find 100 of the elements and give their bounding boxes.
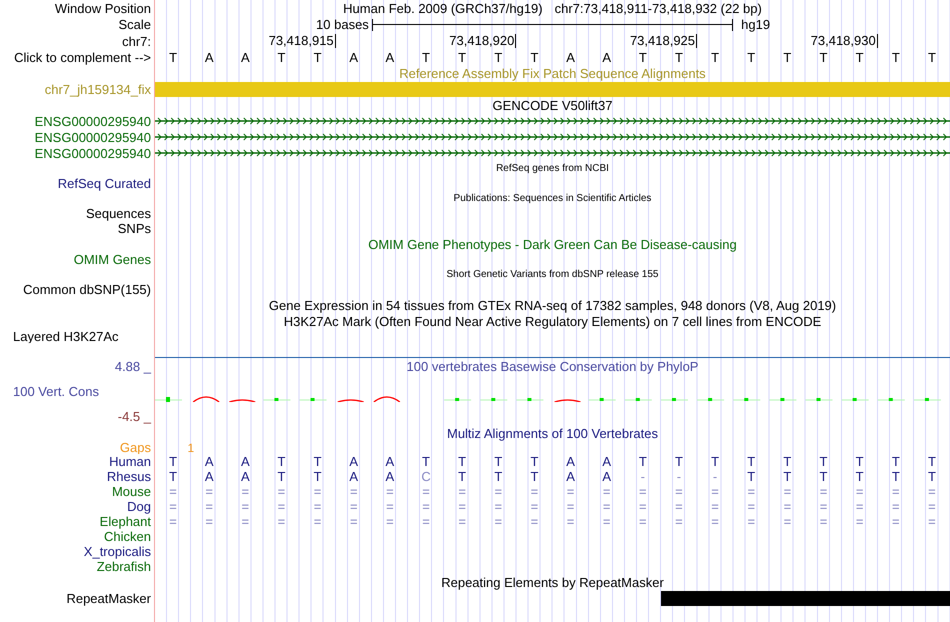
- base-letter: =: [711, 515, 719, 528]
- base-letter: =: [639, 500, 647, 513]
- base-letter[interactable]: T: [856, 50, 864, 64]
- gap-count: 1: [187, 442, 194, 454]
- base-letter: =: [892, 485, 900, 498]
- track-label[interactable]: RefSeq Curated: [58, 177, 151, 190]
- base-letter[interactable]: A: [349, 50, 358, 64]
- track-label[interactable]: RepeatMasker: [66, 592, 151, 604]
- base-letter: T: [458, 455, 466, 468]
- base-letter: =: [169, 515, 177, 528]
- base-letter: =: [820, 500, 828, 513]
- base-letter: =: [350, 485, 358, 498]
- track-label[interactable]: Sequences: [86, 207, 151, 220]
- base-letter[interactable]: A: [602, 50, 612, 64]
- base-letter[interactable]: T: [494, 50, 502, 64]
- base-letter[interactable]: T: [638, 50, 647, 64]
- base-letter: =: [530, 515, 538, 528]
- base-letter: T: [314, 455, 322, 468]
- track-label[interactable]: SNPs: [118, 222, 151, 235]
- complement-link[interactable]: Click to complement -->: [14, 50, 151, 64]
- base-letter: T: [783, 470, 792, 483]
- base-letter: T: [856, 455, 864, 468]
- base-letter[interactable]: T: [783, 50, 792, 64]
- track-title: Gene Expression in 54 tissues from GTEx RNA-seq of 17382 samples, 948 donors (V8, Aug 2019): [268, 298, 836, 312]
- track-label[interactable]: Common dbSNP(155): [23, 283, 151, 296]
- base-letter: =: [602, 500, 610, 513]
- ruler-tick-label: 73,418,925: [630, 34, 698, 48]
- base-letter: =: [422, 485, 430, 498]
- base-letter: =: [278, 485, 286, 498]
- base-letter: T: [277, 455, 286, 468]
- base-letter: T: [856, 470, 864, 483]
- base-letter: =: [242, 485, 250, 498]
- base-letter[interactable]: T: [711, 50, 720, 64]
- base-letter: T: [747, 470, 756, 483]
- base-letter: =: [278, 515, 286, 528]
- base-letter[interactable]: A: [566, 50, 575, 64]
- track-label[interactable]: 100 Vert. Cons: [13, 384, 99, 398]
- base-letter[interactable]: T: [422, 50, 430, 64]
- ruler-tick-label: 73,418,920: [449, 34, 516, 48]
- track-label[interactable]: Layered H3K27Ac: [13, 330, 119, 342]
- base-letter: =: [675, 500, 683, 513]
- base-letter: =: [928, 515, 936, 528]
- species-label[interactable]: Mouse: [112, 485, 151, 498]
- row-label: chr7:: [122, 34, 151, 48]
- base-letter: C: [421, 470, 431, 483]
- base-letter: A: [602, 470, 612, 483]
- track-title: Publications: Sequences in Scientific Articles: [454, 194, 652, 204]
- species-label[interactable]: Rhesus: [106, 470, 151, 483]
- species-label[interactable]: Human: [109, 455, 151, 468]
- base-letter[interactable]: T: [169, 50, 178, 64]
- track-title: Repeating Elements by RepeatMasker: [441, 576, 664, 588]
- base-letter: =: [784, 485, 792, 498]
- species-label[interactable]: Chicken: [104, 530, 151, 543]
- species-label[interactable]: Elephant: [100, 515, 151, 528]
- track-label[interactable]: OMIM Genes: [74, 253, 151, 266]
- track-label[interactable]: ENSG00000295940: [34, 130, 151, 144]
- base-letter: =: [711, 500, 719, 513]
- repeat-element-bar[interactable]: [660, 590, 950, 606]
- base-letter: =: [205, 515, 213, 528]
- base-letter: T: [530, 455, 538, 468]
- scale-text: 10 bases: [316, 18, 369, 31]
- base-letter[interactable]: T: [277, 50, 286, 64]
- base-letter[interactable]: T: [747, 50, 756, 64]
- base-letter[interactable]: T: [928, 50, 936, 64]
- base-letter[interactable]: A: [204, 50, 214, 64]
- base-letter[interactable]: T: [314, 50, 322, 64]
- base-letter[interactable]: A: [386, 50, 394, 64]
- base-letter: T: [674, 455, 683, 468]
- species-label[interactable]: Zebrafish: [96, 560, 151, 573]
- base-letter: =: [278, 500, 286, 513]
- species-label[interactable]: X_tropicalis: [84, 545, 151, 558]
- base-letter: T: [820, 455, 828, 468]
- base-letter: T: [711, 455, 720, 468]
- base-letter: =: [169, 500, 177, 513]
- track-title: Multiz Alignments of 100 Vertebrates: [446, 426, 658, 440]
- base-letter: =: [856, 485, 864, 498]
- base-letter: =: [856, 500, 864, 513]
- base-letter: =: [639, 485, 647, 498]
- base-letter: T: [494, 470, 502, 483]
- assembly-label: hg19: [741, 18, 770, 31]
- track-label[interactable]: ENSG00000295940: [34, 146, 151, 160]
- base-letter[interactable]: A: [241, 50, 250, 64]
- base-letter: T: [458, 470, 466, 483]
- base-letter: =: [566, 515, 574, 528]
- track-title: Reference Assembly Fix Patch Sequence Alignments: [399, 66, 706, 80]
- track-title: 100 vertebrates Basewise Conservation by PhyloP: [406, 360, 698, 373]
- track-label[interactable]: ENSG00000295940: [34, 114, 151, 128]
- base-letter[interactable]: T: [674, 50, 683, 64]
- assembly-title: Human Feb. 2009 (GRCh37/hg19): [343, 2, 543, 14]
- base-letter[interactable]: T: [820, 50, 828, 64]
- base-letter: =: [711, 485, 719, 498]
- species-label[interactable]: Dog: [127, 500, 151, 513]
- base-letter: A: [386, 470, 394, 483]
- base-letter: T: [530, 470, 538, 483]
- track-title: GENCODE V50lift37: [492, 98, 612, 112]
- base-letter[interactable]: T: [530, 50, 538, 64]
- axis-min-label: -4.5 _: [118, 410, 151, 422]
- base-letter[interactable]: T: [458, 50, 466, 64]
- base-letter[interactable]: T: [892, 50, 900, 64]
- base-letter: =: [458, 500, 466, 513]
